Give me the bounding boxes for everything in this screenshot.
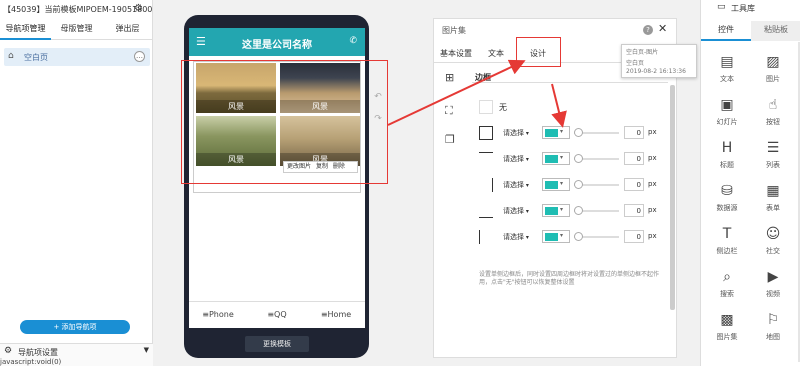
toolbox-item-label: 视频 <box>766 290 780 298</box>
toolbox-icon: ▭ <box>717 2 726 12</box>
toolbox-item-label: 搜索 <box>720 290 734 298</box>
social-icon: ☺ <box>765 226 781 242</box>
toolbox-item-label: 幻灯片 <box>716 118 738 126</box>
text-icon: ▤ <box>720 54 734 70</box>
toolbox-item-gallery[interactable]: ▩ 图片集 <box>705 304 749 354</box>
heading-icon: H <box>721 140 733 156</box>
toolbox-item-label: 按钮 <box>766 118 780 126</box>
toolbox-item-label: 数据源 <box>716 204 738 212</box>
toolbox-item-label: 侧边栏 <box>716 247 738 255</box>
arrow-to-border-settings <box>551 83 567 128</box>
toolbox-item-label: 标题 <box>720 161 734 169</box>
form-icon: ▦ <box>766 183 780 199</box>
map-icon: ⚐ <box>766 312 780 328</box>
toolbox-title: 工具库 <box>731 4 755 13</box>
toolbox-item-label: 列表 <box>766 161 780 169</box>
search-icon: ⌕ <box>723 269 731 285</box>
toolbox-item-label: 社交 <box>766 247 780 255</box>
toolbox-item-label: 文本 <box>720 75 734 83</box>
toolbox-tabs: 控件 粘贴板 <box>701 21 800 41</box>
tab-controls[interactable]: 控件 <box>701 21 751 41</box>
toolbox-item-label: 图片 <box>766 75 780 83</box>
tab-clipboard[interactable]: 粘贴板 <box>751 21 800 41</box>
annotation-arrows <box>387 59 567 128</box>
arrow-to-design-tab <box>387 59 526 126</box>
video-icon: ▶ <box>767 269 779 285</box>
toolbox-item-label: 地图 <box>766 333 780 341</box>
database-icon: ⛁ <box>721 183 733 199</box>
toolbox-item-map[interactable]: ⚐ 地图 <box>751 304 795 354</box>
slideshow-icon: ▣ <box>720 97 734 113</box>
gallery-icon: ▩ <box>720 312 734 328</box>
toolbox-item-label: 图片集 <box>716 333 738 341</box>
toolbox-panel: ▭ 工具库 控件 粘贴板 ▤ 文本 ▨ 图片 ▣ 幻灯片 ☝ 按钮 H 标题 ☰ 列表 ⛁ 数据源 ▦ 表单 T… <box>700 0 800 366</box>
image-icon: ▨ <box>766 54 780 70</box>
button-icon: ☝ <box>768 97 778 113</box>
sidebar-icon: T <box>722 226 732 242</box>
toolbox-item-label: 表单 <box>766 204 780 212</box>
list-icon: ☰ <box>766 140 780 156</box>
